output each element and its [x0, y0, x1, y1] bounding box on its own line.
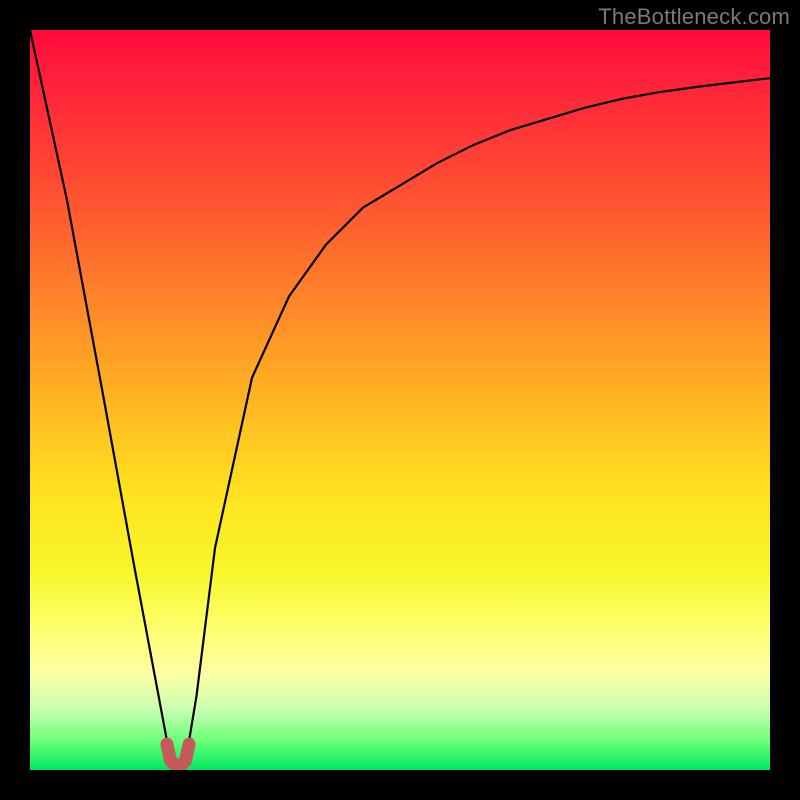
plot-area: [30, 30, 770, 770]
watermark-text: TheBottleneck.com: [598, 4, 790, 30]
optimum-marker: [167, 744, 189, 767]
chart-svg: [30, 30, 770, 770]
chart-frame: TheBottleneck.com: [0, 0, 800, 800]
bottleneck-curve: [30, 30, 770, 770]
